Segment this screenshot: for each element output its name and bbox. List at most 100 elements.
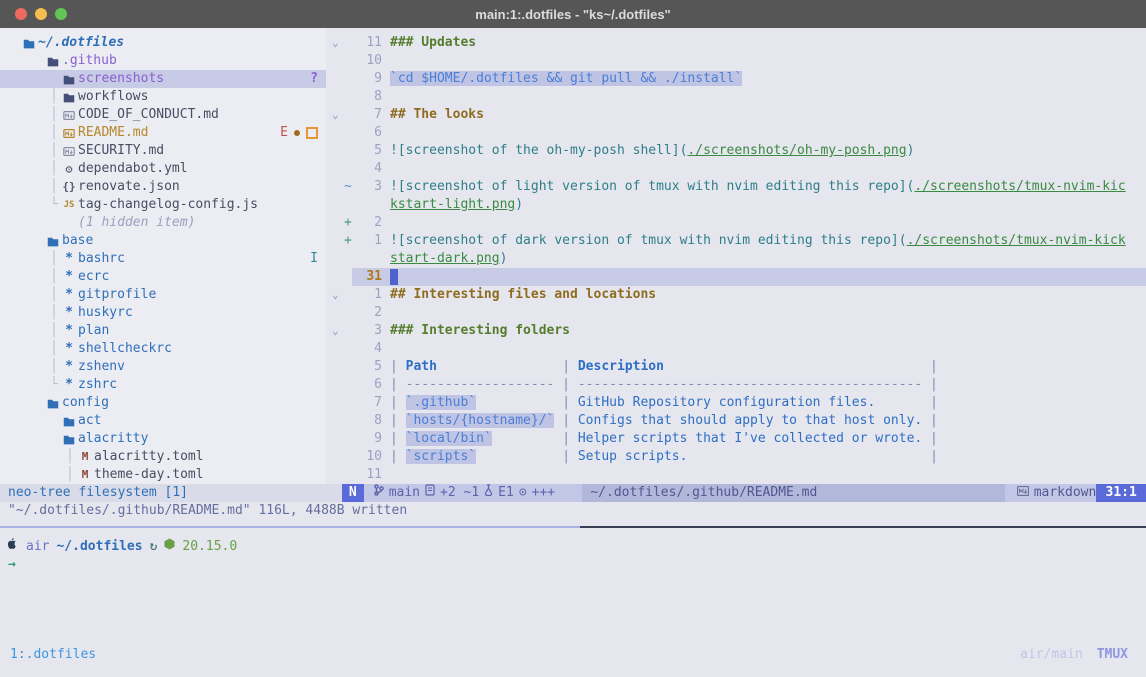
minimize-button[interactable]: [35, 8, 47, 20]
line-text: ![screenshot of dark version of tmux wit…: [390, 232, 1126, 250]
zoom-button[interactable]: [55, 8, 67, 20]
tree-item--1-hidden-item-[interactable]: (1 hidden item): [0, 214, 326, 232]
editor-line[interactable]: +1![screenshot of dark version of tmux w…: [326, 232, 1146, 250]
git-change-counts: +2 ~1: [440, 484, 479, 502]
tree-item-label: huskyrc: [78, 304, 133, 322]
line-number: 1: [354, 286, 382, 304]
star-icon: *: [62, 358, 76, 376]
tree-item-bashrc[interactable]: │*bashrcI: [0, 250, 326, 268]
editor-line[interactable]: 5| Path | Description |: [326, 358, 1146, 376]
editor-line[interactable]: 9| `local/bin` | Helper scripts that I'v…: [326, 430, 1146, 448]
editor-line[interactable]: start-dark.png): [326, 250, 1146, 268]
tree-item-base[interactable]: base: [0, 232, 326, 250]
ignored-mark: I: [310, 250, 318, 268]
line-text: | `local/bin` | Helper scripts that I've…: [390, 430, 938, 448]
tree-item-theme-day-toml[interactable]: │Mtheme-day.toml: [0, 466, 326, 484]
tree-item-label: theme-day.toml: [94, 466, 204, 484]
editor-line[interactable]: 6: [326, 124, 1146, 142]
neo-tree-sidebar: ~/.dotfiles.githubscreenshots?│workflows…: [0, 28, 326, 484]
tree-item-label: README.md: [78, 124, 148, 142]
editor-line[interactable]: 8| `hosts/{hostname}/` | Configs that sh…: [326, 412, 1146, 430]
tree-item-gitprofile[interactable]: │*gitprofile: [0, 286, 326, 304]
tree-item-renovate-json[interactable]: │{}renovate.json: [0, 178, 326, 196]
editor-line[interactable]: +2: [326, 214, 1146, 232]
tmux-session-name: air/main: [1020, 646, 1083, 664]
fold-chevron-icon[interactable]: ⌄: [332, 34, 344, 52]
tree-guide: │: [50, 322, 58, 340]
editor-line[interactable]: ⌄7## The looks: [326, 106, 1146, 124]
tree-guide: │: [50, 358, 58, 376]
tree-item-alacritty-toml[interactable]: │Malacritty.toml: [0, 448, 326, 466]
line-text: | `hosts/{hostname}/` | Configs that sho…: [390, 412, 938, 430]
editor-line[interactable]: 5![screenshot of the oh-my-posh shell](.…: [326, 142, 1146, 160]
tmux-pane-border-left[interactable]: [0, 526, 580, 528]
fold-chevron-icon[interactable]: ⌄: [332, 322, 344, 340]
line-number: 4: [354, 160, 382, 178]
tmux-pane-border-right[interactable]: [580, 526, 1146, 528]
editor-line[interactable]: 4: [326, 160, 1146, 178]
tree-item-readme-md[interactable]: │README.mdE: [0, 124, 326, 142]
line-text: | `.github` | GitHub Repository configur…: [390, 394, 938, 412]
tree-item--dotfiles[interactable]: ~/.dotfiles: [0, 34, 326, 52]
js-icon: JS: [62, 196, 76, 214]
line-number: 4: [354, 340, 382, 358]
tree-guide: │: [50, 142, 58, 160]
modified-dot-icon: [294, 130, 300, 136]
editor-line[interactable]: 6| ------------------- | ---------------…: [326, 376, 1146, 394]
tree-item-label: tag-changelog-config.js: [78, 196, 258, 214]
tree-item-huskyrc[interactable]: │*huskyrc: [0, 304, 326, 322]
tree-item-tag-changelog-config-js[interactable]: └JStag-changelog-config.js: [0, 196, 326, 214]
tree-item-config[interactable]: config: [0, 394, 326, 412]
close-button[interactable]: [15, 8, 27, 20]
tree-item-shellcheckrc[interactable]: │*shellcheckrc: [0, 340, 326, 358]
editor-line[interactable]: ⌄11### Updates: [326, 34, 1146, 52]
tree-item-zshrc[interactable]: └*zshrc: [0, 376, 326, 394]
fold-chevron-icon[interactable]: ⌄: [332, 286, 344, 304]
line-number: 8: [354, 88, 382, 106]
line-text: | ------------------- | ----------------…: [390, 376, 938, 394]
editor-line[interactable]: ⌄ 1 ## Interesting files and locations: [326, 286, 1146, 304]
editor-line[interactable]: 11: [326, 466, 1146, 484]
tree-item-alacritty[interactable]: alacritty: [0, 430, 326, 448]
editor-line[interactable]: 7| `.github` | GitHub Repository configu…: [326, 394, 1146, 412]
editor-line[interactable]: 2: [326, 304, 1146, 322]
editor-line[interactable]: 4: [326, 340, 1146, 358]
tree-item-zshenv[interactable]: │*zshenv: [0, 358, 326, 376]
tree-item-label: SECURITY.md: [78, 142, 164, 160]
editor-line[interactable]: 10| `scripts` | Setup scripts. |: [326, 448, 1146, 466]
tree-item--github[interactable]: .github: [0, 52, 326, 70]
editor-line[interactable]: 10: [326, 52, 1146, 70]
star-icon: *: [62, 250, 76, 268]
md-icon: [62, 142, 76, 160]
line-number: 6: [354, 124, 382, 142]
prompt-char[interactable]: →: [8, 556, 16, 574]
tree-item-screenshots[interactable]: screenshots?: [0, 70, 326, 88]
line-number: 5: [354, 142, 382, 160]
editor-line[interactable]: 31: [326, 268, 1146, 286]
editor-buffer[interactable]: ⌄11### Updates109`cd $HOME/.dotfiles && …: [326, 28, 1146, 484]
statusline-git-segment: main +2 ~1 E1 ⊙ +++: [364, 484, 583, 502]
tree-item-label: CODE_OF_CONDUCT.md: [78, 106, 219, 124]
line-text: ## Interesting files and locations: [390, 286, 656, 304]
clock-icon: ⊙: [519, 484, 527, 502]
line-number: 5: [354, 358, 382, 376]
tree-item-code-of-conduct-md[interactable]: │CODE_OF_CONDUCT.md: [0, 106, 326, 124]
tmux-window-tab[interactable]: 1:.dotfiles: [10, 646, 96, 664]
window-title: main:1:.dotfiles - "ks~/.dotfiles": [475, 7, 670, 22]
tree-item-workflows[interactable]: │workflows: [0, 88, 326, 106]
tree-item-security-md[interactable]: │ SECURITY.md: [0, 142, 326, 160]
line-number: 10: [354, 52, 382, 70]
editor-line[interactable]: 8: [326, 88, 1146, 106]
tree-item-act[interactable]: act: [0, 412, 326, 430]
folder-icon: [62, 430, 76, 448]
editor-line[interactable]: ~3![screenshot of light version of tmux …: [326, 178, 1146, 196]
tree-item-label: zshrc: [78, 376, 117, 394]
tree-item-ecrc[interactable]: │*ecrc: [0, 268, 326, 286]
editor-line[interactable]: kstart-light.png): [326, 196, 1146, 214]
fold-chevron-icon[interactable]: ⌄: [332, 106, 344, 124]
editor-line[interactable]: ⌄3### Interesting folders: [326, 322, 1146, 340]
tree-item-plan[interactable]: │*plan: [0, 322, 326, 340]
editor-line[interactable]: 9`cd $HOME/.dotfiles && git pull && ./in…: [326, 70, 1146, 88]
apple-icon: [8, 538, 19, 557]
tree-item-dependabot-yml[interactable]: │⚙dependabot.yml: [0, 160, 326, 178]
